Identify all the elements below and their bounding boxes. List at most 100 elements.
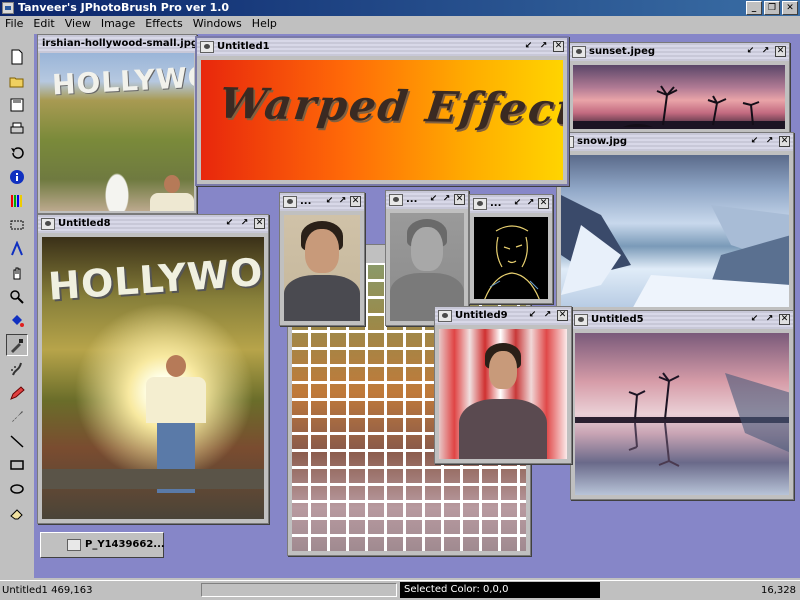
iconify-icon[interactable]: ↙ [512, 198, 523, 209]
frame-title: snow.jpg [577, 136, 628, 147]
menu-effects[interactable]: Effects [140, 16, 187, 32]
hollywood-sign: HOLLYWOOD [46, 245, 264, 309]
iconify-icon[interactable]: ↙ [523, 41, 534, 52]
frame-title: Untitled8 [58, 218, 111, 229]
maximize-icon[interactable]: ↗ [764, 136, 775, 147]
warped-effects-text: Warped Effects [216, 78, 563, 135]
untitled9-image [439, 329, 567, 459]
frame-sunset[interactable]: sunset.jpeg ↙ ↗ ✕ [568, 42, 790, 134]
hollywood-small-image: HOLLYWOOD [40, 53, 194, 211]
frame-titlebar[interactable]: Untitled1 ↙ ↗ ✕ [197, 38, 567, 56]
frame-hollywood-small[interactable]: irshian-hollywood-small.jpg HOLLYWOOD [37, 34, 197, 214]
maximize-icon[interactable]: ↗ [760, 46, 771, 57]
frame-titlebar[interactable]: sunset.jpeg ↙ ↗ ✕ [569, 43, 789, 61]
close-button[interactable]: ✕ [782, 1, 798, 15]
eraser-tool[interactable] [6, 502, 28, 524]
maximize-icon[interactable]: ↗ [538, 41, 549, 52]
frame-titlebar[interactable]: Untitled9 ↙ ↗ ✕ [435, 307, 571, 325]
pencil-tool[interactable] [6, 382, 28, 404]
close-icon[interactable]: ✕ [775, 46, 786, 57]
iconify-icon[interactable]: ↙ [527, 310, 538, 321]
frame-titlebar[interactable]: ... ↙ ↗ ✕ [280, 193, 364, 211]
frame-untitled9[interactable]: Untitled9 ↙ ↗ ✕ [434, 306, 572, 464]
info-tool[interactable] [6, 166, 28, 188]
window-controls: _ ❐ ✕ [746, 1, 798, 15]
frame-titlebar[interactable]: snow.jpg ↙ ↗ ✕ [557, 133, 793, 151]
app-icon [2, 2, 14, 14]
menu-view[interactable]: View [60, 16, 96, 32]
open-tool[interactable] [6, 70, 28, 92]
iconify-icon[interactable]: ↙ [745, 46, 756, 57]
minimized-frame[interactable]: P_Y1439662... [40, 532, 165, 558]
close-icon[interactable]: ✕ [779, 136, 790, 147]
maximize-icon[interactable]: ↗ [542, 310, 553, 321]
frame-portrait-3[interactable]: ... ↙ ↗ ✕ [469, 194, 553, 304]
rectangle-tool[interactable] [6, 454, 28, 476]
maximize-icon[interactable]: ↗ [764, 314, 775, 325]
frame-snow[interactable]: snow.jpg ↙ ↗ ✕ [556, 132, 794, 312]
frame-titlebar[interactable]: Untitled8 ↙ ↗ ✕ [38, 215, 268, 233]
frame-untitled5[interactable]: Untitled5 ↙ ↗ ✕ [570, 310, 794, 500]
menu-image[interactable]: Image [96, 16, 140, 32]
menu-file[interactable]: File [0, 16, 28, 32]
save-tool[interactable] [6, 94, 28, 116]
maximize-button[interactable]: ❐ [764, 1, 780, 15]
zoom-tool[interactable] [6, 286, 28, 308]
menu-help[interactable]: Help [247, 16, 282, 32]
minimized-frame-title: P_Y1439662... [85, 539, 165, 550]
minimize-button[interactable]: _ [746, 1, 762, 15]
untitled5-image [575, 333, 789, 495]
iconify-icon[interactable]: ↙ [428, 194, 439, 205]
frame-title: Untitled1 [217, 41, 270, 52]
undo-tool[interactable] [6, 142, 28, 164]
warped-effects-canvas[interactable]: Warped Effects [201, 60, 563, 180]
text-tool[interactable] [6, 238, 28, 260]
snow-image [561, 155, 789, 307]
print-tool[interactable] [6, 118, 28, 140]
edge-lines [484, 225, 540, 299]
frame-titlebar[interactable]: ... ↙ ↗ ✕ [470, 195, 552, 213]
print-icon [10, 122, 24, 134]
close-icon[interactable]: ✕ [557, 310, 568, 321]
iconify-icon[interactable]: ↙ [324, 196, 335, 207]
close-icon[interactable]: ✕ [538, 198, 549, 209]
frame-icon [438, 310, 452, 322]
iconify-icon[interactable]: ↙ [749, 136, 760, 147]
maximize-icon[interactable]: ↗ [337, 196, 348, 207]
close-icon[interactable]: ✕ [454, 194, 465, 205]
frame-titlebar[interactable]: ... ↙ ↗ ✕ [386, 191, 468, 209]
open-icon [9, 77, 24, 88]
close-icon[interactable]: ✕ [779, 314, 790, 325]
new-tool[interactable] [6, 46, 28, 68]
wall-strip [42, 469, 264, 489]
menu-edit[interactable]: Edit [28, 16, 59, 32]
hand-tool[interactable] [6, 262, 28, 284]
ellipse-tool[interactable] [6, 478, 28, 500]
menu-windows[interactable]: Windows [188, 16, 247, 32]
close-icon[interactable]: ✕ [553, 41, 564, 52]
close-icon[interactable]: ✕ [254, 218, 265, 229]
select-rect-tool[interactable] [6, 214, 28, 236]
frame-titlebar[interactable]: Untitled5 ↙ ↗ ✕ [571, 311, 793, 329]
line-tool[interactable] [6, 430, 28, 452]
app-title: Tanveer's JPhotoBrush Pro ver 1.0 [18, 1, 230, 14]
iconify-icon[interactable]: ↙ [224, 218, 235, 229]
maximize-icon[interactable]: ↗ [525, 198, 536, 209]
fill-tool[interactable] [6, 310, 28, 332]
frame-untitled8[interactable]: Untitled8 ↙ ↗ ✕ HOLLYWOOD [37, 214, 269, 524]
brush-tool[interactable] [6, 406, 28, 428]
color-bars-tool[interactable] [6, 190, 28, 212]
close-icon[interactable]: ✕ [350, 196, 361, 207]
frame-titlebar[interactable]: irshian-hollywood-small.jpg [38, 35, 196, 53]
iconify-icon[interactable]: ↙ [749, 314, 760, 325]
eyedropper-icon [11, 339, 23, 353]
maximize-icon[interactable]: ↗ [441, 194, 452, 205]
line-icon [10, 435, 24, 448]
frame-icon [574, 314, 588, 326]
eyedropper-tool[interactable] [6, 334, 28, 356]
spray-tool[interactable] [6, 358, 28, 380]
edge-portrait-image [474, 217, 548, 299]
maximize-icon[interactable]: ↗ [239, 218, 250, 229]
frame-untitled1[interactable]: Untitled1 ↙ ↗ ✕ Warped Effects [195, 36, 569, 186]
frame-portrait-1[interactable]: ... ↙ ↗ ✕ [279, 192, 365, 326]
